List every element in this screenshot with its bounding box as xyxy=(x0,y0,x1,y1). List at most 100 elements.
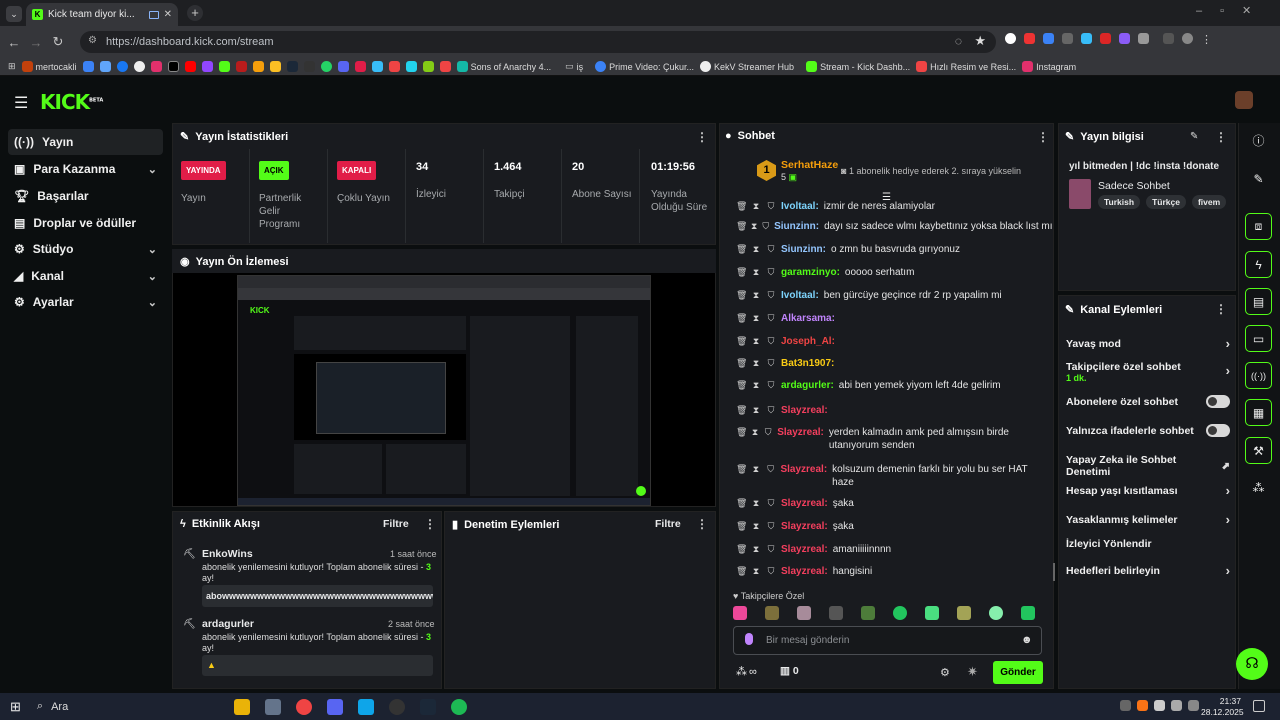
emote-icon[interactable] xyxy=(925,606,939,620)
extension-icon[interactable] xyxy=(1100,33,1111,44)
shield-icon[interactable]: ⛉ xyxy=(766,405,776,416)
delete-icon[interactable]: 🗑︎ xyxy=(736,201,747,211)
puzzle-icon[interactable] xyxy=(1138,33,1149,44)
action-emotes-only[interactable]: Yalnızca ifadelerle sohbet xyxy=(1066,424,1230,437)
site-info-icon[interactable]: ⚙ xyxy=(88,35,97,46)
delete-icon[interactable]: 🗑︎ xyxy=(736,521,747,532)
timeout-icon[interactable]: ⧗ xyxy=(751,358,761,369)
tag[interactable]: Turkish xyxy=(1098,195,1141,209)
bookmark-icon[interactable] xyxy=(405,61,417,72)
shield-icon[interactable]: ⛉ xyxy=(766,267,776,278)
users-icon[interactable]: ⁂ xyxy=(1245,474,1272,501)
discord-icon[interactable] xyxy=(337,61,349,72)
bookmark-icon[interactable] xyxy=(99,61,111,72)
pencil-icon[interactable]: ✎ xyxy=(1245,165,1272,192)
delete-icon[interactable]: 🗑︎ xyxy=(736,426,747,439)
chat-username[interactable]: garamzinyo: xyxy=(781,267,840,278)
bookmark-icon[interactable] xyxy=(252,61,264,72)
delete-icon[interactable]: 🗑︎ xyxy=(736,290,747,301)
delete-icon[interactable]: 🗑︎ xyxy=(736,221,747,232)
bookmark-item[interactable]: Hızlı Resim ve Resi... xyxy=(916,61,1016,72)
emote-icon[interactable] xyxy=(1021,606,1035,620)
close-tab-icon[interactable]: ✕ xyxy=(164,9,172,20)
bookmark-folder[interactable]: ▭ iş xyxy=(565,61,583,72)
timeout-icon[interactable]: ⧗ xyxy=(751,201,761,211)
sidebar-item-droplar[interactable]: ▤ Droplar ve ödüller xyxy=(8,210,163,236)
kick-icon[interactable] xyxy=(218,61,230,72)
broadcast-icon[interactable]: ((·)) xyxy=(1245,362,1272,389)
tray-icon[interactable] xyxy=(1137,700,1148,711)
github-icon[interactable] xyxy=(303,61,315,72)
browser-tab[interactable]: K Kick team diyor ki... ✕ xyxy=(26,3,178,26)
timeout-icon[interactable]: ⧗ xyxy=(751,267,761,278)
help-button[interactable]: ☊ xyxy=(1236,648,1268,680)
event-user[interactable]: ardagurler xyxy=(202,618,254,630)
emote-icon[interactable] xyxy=(893,606,907,620)
bookmark-item[interactable]: Prime Video: Çukur... xyxy=(595,61,694,72)
chat-username[interactable]: Alkarsama: xyxy=(781,313,835,324)
chat-username[interactable]: Joseph_Al: xyxy=(781,336,835,347)
chat-username[interactable]: Ivoltaal: xyxy=(781,201,819,211)
youtube-icon[interactable] xyxy=(184,61,196,72)
action-account-age[interactable]: Hesap yaşı kısıtlaması › xyxy=(1066,483,1230,498)
mic-icon[interactable] xyxy=(745,633,753,645)
emote-icon[interactable] xyxy=(765,606,779,620)
back-icon[interactable]: ← xyxy=(3,31,25,53)
emote-icon[interactable] xyxy=(861,606,875,620)
action-ai-moderation[interactable]: Yapay Zeka ile Sohbet Denetimi ⬈ xyxy=(1066,454,1230,478)
shield-icon[interactable]: ⛉ xyxy=(762,221,769,232)
timeout-icon[interactable]: ⧗ xyxy=(751,544,761,555)
profile-icon[interactable] xyxy=(1182,33,1193,44)
chat-username[interactable]: Slayzreal: xyxy=(780,463,827,476)
emote-icon[interactable] xyxy=(797,606,811,620)
delete-icon[interactable]: 🗑︎ xyxy=(736,405,747,416)
kick-logo[interactable]: KICKBETA xyxy=(40,90,103,114)
delete-icon[interactable]: 🗑︎ xyxy=(736,267,747,278)
bookmark-star-icon[interactable]: ★ xyxy=(974,33,986,49)
google-icon[interactable] xyxy=(133,61,145,72)
forward-icon[interactable]: → xyxy=(25,31,47,53)
bookmark-item[interactable]: Stream - Kick Dashb... xyxy=(806,61,910,72)
extension-icon[interactable] xyxy=(1043,33,1054,44)
app-icon[interactable] xyxy=(358,699,374,715)
chat-settings-icon[interactable]: ⚙ xyxy=(940,666,950,679)
stream-preview-video[interactable]: KICK xyxy=(237,275,651,506)
bookmark-icon[interactable] xyxy=(235,61,247,72)
avatar[interactable] xyxy=(1235,91,1253,109)
taskbar-clock[interactable]: 21:37 28.12.2025 xyxy=(1201,696,1244,718)
wrench-icon[interactable]: ⚒ xyxy=(1245,437,1272,464)
shield-icon[interactable]: ⛉ xyxy=(766,358,776,369)
windows-start-icon[interactable]: ⊞ xyxy=(10,699,21,715)
delete-icon[interactable]: 🗑︎ xyxy=(736,463,747,476)
url-field[interactable]: ⚙ https://dashboard.kick.com/stream ◌ ★ xyxy=(80,31,996,53)
info-icon[interactable]: ⓘ xyxy=(1245,127,1272,154)
sidebar-item-ayarlar[interactable]: ⚙ Ayarlar ⌄ xyxy=(8,289,163,315)
delete-icon[interactable]: 🗑︎ xyxy=(736,498,747,509)
timeout-icon[interactable]: ⧗ xyxy=(751,221,757,232)
chat-username[interactable]: Slayzreal: xyxy=(781,544,828,555)
shield-icon[interactable]: ⛉ xyxy=(766,463,776,476)
obs-icon[interactable] xyxy=(389,699,405,715)
emote-icon[interactable] xyxy=(733,606,747,620)
sidebar-item-basarilar[interactable]: 🏆︎ Başarılar xyxy=(8,183,163,209)
action-raid[interactable]: İzleyici Yönlendir xyxy=(1066,538,1230,550)
delete-icon[interactable]: 🗑︎ xyxy=(736,336,747,347)
extension-icon[interactable] xyxy=(1062,33,1073,44)
tab-search-icon[interactable]: ⌄ xyxy=(6,6,22,22)
bookmark-icon[interactable] xyxy=(371,61,383,72)
chat-username[interactable]: Siunzinn: xyxy=(774,221,819,232)
shield-icon[interactable]: ⛉ xyxy=(764,426,772,439)
facebook-icon[interactable] xyxy=(116,61,128,72)
tray-icon[interactable] xyxy=(1120,700,1131,711)
browser-menu-icon[interactable]: ⋮ xyxy=(1201,33,1212,46)
badge-settings-icon[interactable]: ✷ xyxy=(967,664,978,680)
volume-icon[interactable] xyxy=(1171,700,1182,711)
timeout-icon[interactable]: ⧗ xyxy=(751,521,761,532)
chrome-icon[interactable] xyxy=(296,699,312,715)
category-name[interactable]: Sadece Sohbet xyxy=(1098,180,1170,192)
emote-icon[interactable] xyxy=(957,606,971,620)
action-followers-only[interactable]: Takipçilere özel sohbet 1 dk. › xyxy=(1066,361,1230,383)
delete-icon[interactable]: 🗑︎ xyxy=(736,244,747,255)
bookmark-item[interactable]: Sons of Anarchy 4... xyxy=(456,61,551,72)
moderation-filter-button[interactable]: Filtre xyxy=(655,518,681,530)
